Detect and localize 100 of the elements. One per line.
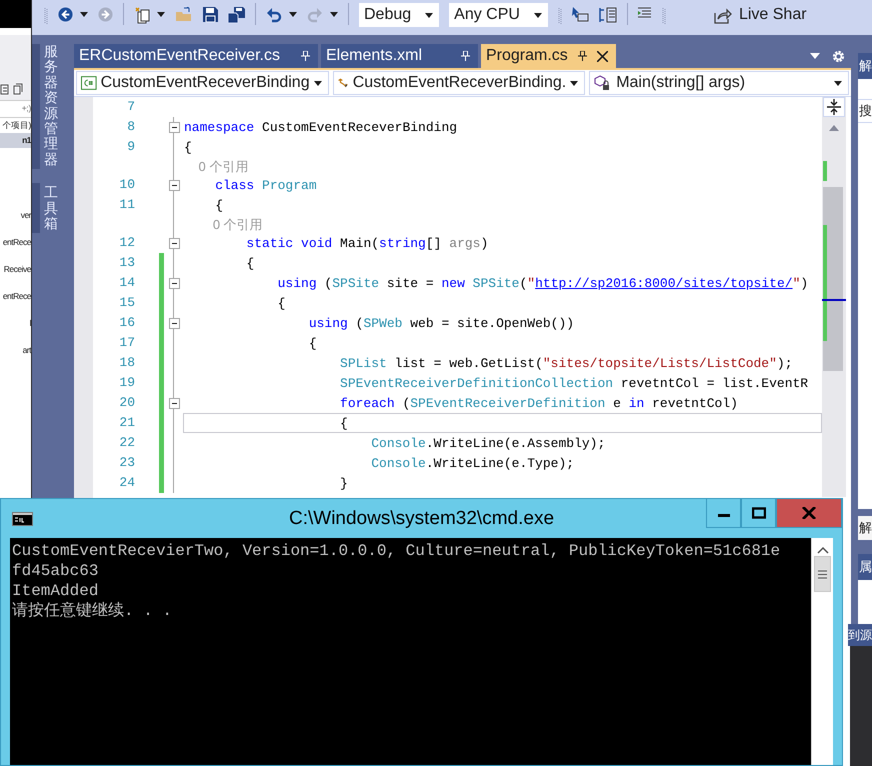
close-icon[interactable] bbox=[596, 50, 608, 62]
console-icon bbox=[12, 512, 33, 526]
collapse-icon[interactable] bbox=[169, 398, 180, 408]
line-number: 15 bbox=[118, 294, 136, 312]
line-number: 11 bbox=[118, 196, 136, 214]
split-icon[interactable] bbox=[823, 97, 845, 117]
undo-icon[interactable] bbox=[266, 7, 282, 23]
line-number: 20 bbox=[118, 394, 136, 412]
scrollbar-thumb[interactable] bbox=[814, 556, 831, 592]
indent-icon[interactable] bbox=[638, 7, 652, 20]
maximize-icon bbox=[752, 507, 766, 519]
save-all-icon[interactable] bbox=[228, 7, 245, 23]
document-tab[interactable]: ERCustomEventReceiver.cs bbox=[74, 44, 318, 68]
folder-icon[interactable] bbox=[175, 7, 193, 22]
tree-item[interactable]: n1 bbox=[0, 133, 31, 148]
grip-icon bbox=[558, 7, 562, 25]
copy-icon[interactable] bbox=[13, 83, 23, 95]
line-number: 8 bbox=[126, 118, 136, 136]
live-share-button[interactable]: Live Shar bbox=[714, 3, 807, 27]
code-line: foreach (SPEventReceiverDefinition e in revetntCol) bbox=[339, 396, 738, 411]
panel-tab[interactable]: 解 bbox=[858, 516, 872, 540]
pin-icon[interactable] bbox=[578, 51, 587, 61]
caret-icon[interactable] bbox=[834, 80, 842, 86]
line-number: 14 bbox=[118, 274, 136, 292]
caret-icon[interactable] bbox=[330, 12, 338, 17]
collapse-icon[interactable] bbox=[169, 238, 180, 248]
collapse-icon[interactable] bbox=[169, 278, 180, 288]
code-line: { bbox=[308, 336, 317, 351]
tree-item[interactable]: l bbox=[0, 316, 31, 331]
panel-title[interactable]: 解 bbox=[858, 53, 872, 79]
navigation-dropdown[interactable]: Main(string[] args) bbox=[589, 71, 849, 95]
code-line: using (SPWeb web = site.OpenWeb()) bbox=[308, 316, 574, 331]
caret-icon[interactable] bbox=[80, 12, 88, 17]
caret-icon[interactable] bbox=[157, 12, 165, 17]
editor-scrollbar[interactable] bbox=[822, 97, 846, 497]
line-number: 18 bbox=[118, 354, 136, 372]
tree-item[interactable]: entRece bbox=[0, 289, 31, 304]
line-number: 9 bbox=[126, 138, 136, 156]
settings-icon[interactable] bbox=[832, 50, 845, 62]
line-number: 12 bbox=[118, 234, 136, 252]
close-button[interactable] bbox=[776, 499, 842, 528]
link[interactable]: http://sp2016:8000/sites/topsite/ bbox=[535, 276, 793, 291]
navigation-dropdown[interactable]: CustomEventReceverBinding. bbox=[332, 71, 586, 95]
line-number: 23 bbox=[118, 454, 136, 472]
share-icon bbox=[714, 6, 732, 24]
item-count: 个项目) bbox=[1, 119, 31, 132]
new-item-icon[interactable] bbox=[134, 7, 150, 24]
code-line: namespace CustomEventReceverBinding bbox=[184, 120, 458, 135]
code-line: SPList list = web.GetList("sites/topsite/Lists/ListCode"); bbox=[339, 356, 793, 371]
code-line: class Program bbox=[214, 178, 317, 193]
code-line: Console.WriteLine(e.Assembly); bbox=[370, 436, 606, 451]
tree-item[interactable]: entRece bbox=[0, 235, 31, 250]
code-line: static void Main(string[] args) bbox=[245, 236, 488, 251]
caret-icon[interactable] bbox=[534, 12, 542, 18]
tree-item[interactable]: ver bbox=[0, 208, 31, 223]
caret-icon[interactable] bbox=[570, 80, 578, 86]
line-number: 21 bbox=[118, 414, 136, 432]
panel-title[interactable]: 属 bbox=[858, 554, 872, 580]
caret-icon[interactable] bbox=[425, 12, 434, 18]
class-icon bbox=[338, 76, 349, 90]
grip-icon bbox=[662, 7, 666, 25]
caret-icon[interactable] bbox=[314, 80, 322, 86]
cursor-icon[interactable] bbox=[572, 7, 589, 23]
code-line: SPEventReceiverDefinitionCollection revetntCol = list.EventR bbox=[339, 376, 808, 391]
search-field[interactable]: +;) bbox=[0, 100, 31, 118]
csharp-file-icon bbox=[81, 76, 97, 90]
code-line: using (SPSite site = new SPSite("http://sp2016:8000/sites/topsite/") bbox=[276, 276, 808, 291]
status-text[interactable]: 到源 bbox=[848, 624, 872, 646]
minimize-button[interactable] bbox=[706, 499, 741, 528]
caret-icon[interactable] bbox=[289, 12, 297, 17]
code-line: { bbox=[276, 296, 286, 311]
tree-item[interactable]: Receive bbox=[0, 262, 31, 277]
scroll-up-icon[interactable] bbox=[816, 546, 828, 554]
toolbar-dropdown[interactable]: Debug bbox=[359, 3, 440, 27]
line-number: 24 bbox=[118, 474, 136, 492]
document-tab[interactable]: Elements.xml bbox=[321, 44, 478, 68]
toolbar-dropdown[interactable]: Any CPU bbox=[449, 3, 548, 27]
search-field[interactable]: 搜 bbox=[858, 99, 872, 123]
code-line: { bbox=[214, 198, 224, 213]
line-number: 17 bbox=[118, 334, 136, 352]
save-icon[interactable] bbox=[203, 7, 218, 22]
navigation-dropdown[interactable]: CustomEventReceverBinding bbox=[76, 71, 329, 95]
close-icon bbox=[802, 507, 816, 519]
collapse-icon[interactable] bbox=[169, 180, 180, 190]
collapse-icon[interactable] bbox=[169, 122, 180, 132]
line-number: 19 bbox=[118, 374, 136, 392]
window-title: C:\Windows\system32\cmd.exe bbox=[288, 508, 554, 530]
list-icon[interactable] bbox=[598, 7, 617, 23]
line-number: 16 bbox=[118, 314, 136, 332]
maximize-button[interactable] bbox=[741, 499, 776, 528]
tree-item[interactable]: art bbox=[0, 343, 31, 358]
collapse-icon[interactable] bbox=[169, 318, 180, 328]
console-scrollbar[interactable] bbox=[811, 538, 833, 765]
document-tab[interactable]: Program.cs bbox=[481, 44, 616, 68]
code-line: { bbox=[245, 256, 254, 271]
properties-icon[interactable] bbox=[0, 83, 10, 95]
back-icon[interactable] bbox=[58, 7, 73, 22]
line-number: 10 bbox=[118, 176, 136, 194]
line-number: 7 bbox=[126, 98, 136, 116]
code-line: } bbox=[339, 476, 348, 491]
